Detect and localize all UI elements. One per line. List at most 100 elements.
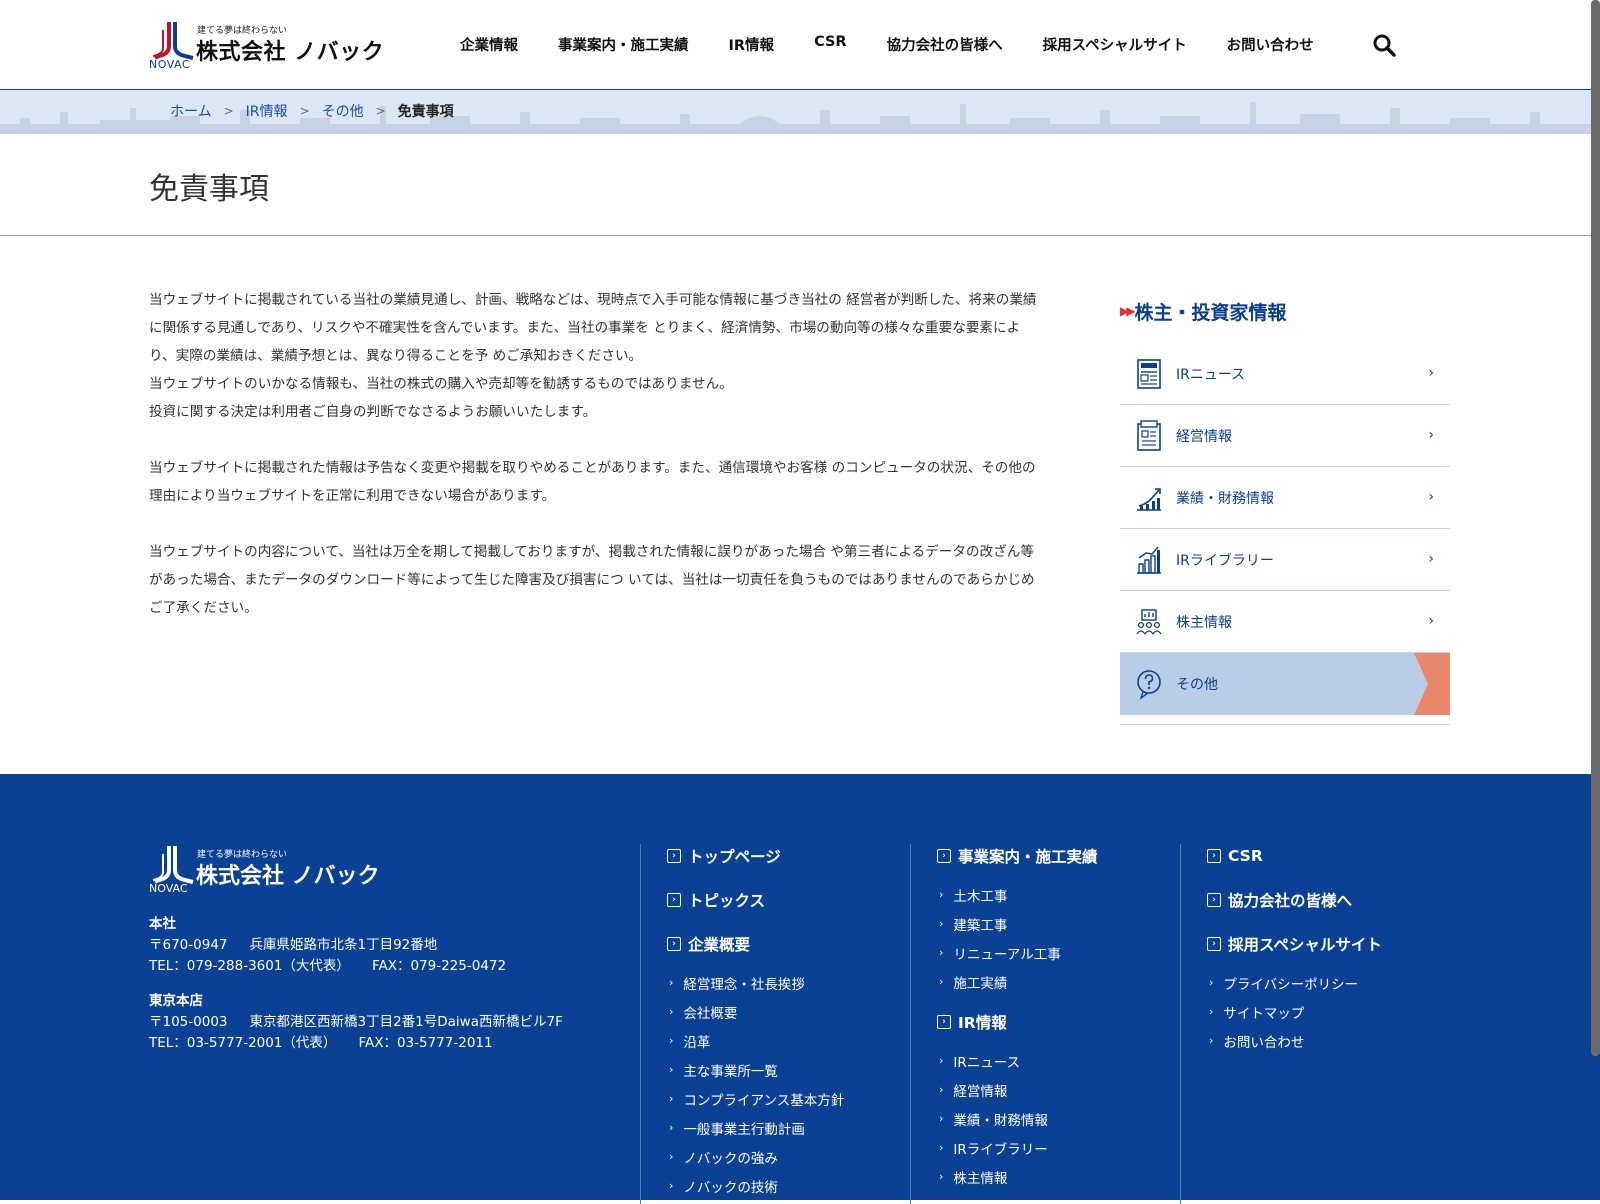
chevron-right-icon: › (1209, 1005, 1214, 1018)
office-fax: FAX：079-225-0472 (371, 958, 507, 974)
logo-brand: NOVAC (149, 58, 191, 71)
footer-sublink[interactable]: › 経営理念・社長挨拶 (667, 968, 910, 997)
chevron-right-icon: › (939, 1112, 944, 1125)
office-tel: TEL：03-5777-2001（代表） (149, 1035, 337, 1051)
footer-sublink-label: 会社概要 (683, 1005, 738, 1022)
footer-sublink[interactable]: › サイトマップ (1207, 997, 1450, 1026)
side-item-label: IRニュース (1176, 366, 1246, 383)
search-icon[interactable] (1372, 33, 1396, 57)
page-scrollbar[interactable] (1591, 0, 1600, 1056)
footer-link-business[interactable]: › 事業案内・施工実績 (937, 844, 1180, 868)
footer-sublink-label: IRライブラリー (953, 1141, 1048, 1158)
footer-sublink-label: 土木工事 (953, 888, 1008, 905)
chevron-box-icon: › (1207, 937, 1221, 951)
logo-brand: NOVAC (149, 882, 188, 895)
office-address: 兵庫県姫路市北条1丁目92番地 (249, 937, 438, 953)
footer-sublink[interactable]: › 業績・財務情報 (937, 1104, 1180, 1133)
footer-link-label: 企業概要 (688, 936, 751, 954)
footer-sublink[interactable]: › 一般事業主行動計画 (667, 1113, 910, 1142)
footer-sublink-label: プライバシーポリシー (1223, 976, 1359, 993)
nav-business[interactable]: 事業案内・施工実績 (558, 34, 689, 55)
footer-sublink[interactable]: › 沿革 (667, 1026, 910, 1055)
chevron-right-icon: › (669, 1005, 674, 1018)
nav-ir[interactable]: IR情報 (729, 34, 775, 55)
footer-column-1: › トップページ › トピックス › 企業概要 › 経営理念・社長挨拶 › 会社概要 › 沿… (640, 844, 910, 1204)
disclaimer-text: 当ウェブサイトの内容について、当社は万全を期して掲載しておりますが、掲載された情… (149, 544, 1035, 616)
chevron-box-icon: › (937, 849, 951, 863)
chevron-right-icon: › (669, 1034, 674, 1047)
footer-link-recruit[interactable]: › 採用スペシャルサイト (1207, 932, 1450, 956)
footer-sublink[interactable]: › ノバックの技術 (667, 1171, 910, 1200)
side-item-financial[interactable]: 業績・財務情報 › (1120, 467, 1450, 529)
footer-sublink[interactable]: › プライバシーポリシー (1207, 968, 1450, 997)
footer-link-topics[interactable]: › トピックス (667, 888, 910, 912)
side-item-management[interactable]: 経営情報 › (1120, 405, 1450, 467)
chevron-right-icon: › (669, 976, 674, 989)
side-item-label: その他 (1176, 677, 1218, 693)
footer-link-partners[interactable]: › 協力会社の皆様へ (1207, 888, 1450, 912)
chevron-right-icon: › (939, 1054, 944, 1067)
chevron-right-icon: › (669, 1121, 674, 1134)
footer-sublink[interactable]: › 経営情報 (937, 1075, 1180, 1104)
side-nav-bottom-divider (1120, 715, 1450, 725)
footer-sublink[interactable]: › コンプライアンス基本方針 (667, 1084, 910, 1113)
footer-logo[interactable]: 建てる夢は終わらない 株式会社 ノバック NOVAC (149, 844, 399, 896)
footer-sublink[interactable]: › ノバックの強み (667, 1142, 910, 1171)
footer-sublink-label: 株主情報 (953, 1170, 1008, 1187)
side-item-ir-news[interactable]: IRニュース › (1120, 343, 1450, 405)
nav-recruit[interactable]: 採用スペシャルサイト (1043, 34, 1187, 55)
nav-company-info[interactable]: 企業情報 (460, 34, 518, 55)
footer-link-ir[interactable]: › IR情報 (937, 1010, 1180, 1034)
side-item-ir-library[interactable]: IRライブラリー › (1120, 529, 1450, 591)
chevron-box-icon: › (1207, 849, 1221, 863)
footer-sublink[interactable]: › 主な事業所一覧 (667, 1055, 910, 1084)
office-address: 東京都港区西新橋3丁目2番1号Daiwa西新橋ビル7F (249, 1014, 563, 1030)
breadcrumb-other[interactable]: その他 (322, 101, 364, 121)
nav-csr[interactable]: CSR (814, 34, 847, 55)
footer-sublink-label: 経営情報 (953, 1083, 1008, 1100)
footer-sublink[interactable]: › 建築工事 (937, 909, 1180, 938)
nav-contact[interactable]: お問い合わせ (1227, 34, 1314, 55)
chevron-right-icon: › (1428, 551, 1434, 567)
footer-sublink-label: コンプライアンス基本方針 (683, 1092, 845, 1109)
footer-sublink-label: IRニュース (953, 1054, 1021, 1071)
footer-sublink[interactable]: › 施工実績 (937, 967, 1180, 996)
chevron-box-icon: › (667, 937, 681, 951)
side-item-label: 経営情報 (1176, 428, 1232, 445)
side-item-shareholders[interactable]: 株主情報 › (1120, 591, 1450, 653)
footer-sublink[interactable]: › 会社概要 (667, 997, 910, 1026)
site-footer: 建てる夢は終わらない 株式会社 ノバック NOVAC 本社 〒670-0947 兵… (0, 774, 1600, 1204)
footer-sublink-label: ノバックの技術 (683, 1179, 778, 1196)
breadcrumb-ir[interactable]: IR情報 (246, 101, 288, 121)
breadcrumb-home[interactable]: ホーム (170, 101, 212, 121)
site-logo[interactable]: 建てる夢は終わらない 株式会社 ノバック NOVAC (149, 20, 399, 72)
novac-logo-mark-icon (152, 846, 194, 884)
disclaimer-text: 当ウェブサイトに掲載されている当社の業績見通し、計画、戦略などは、現時点で入手可… (149, 292, 1037, 364)
footer-link-csr[interactable]: › CSR (1207, 844, 1450, 868)
side-item-other[interactable]: その他 (1120, 653, 1450, 715)
footer-sublink-label: ノバックの強み (683, 1150, 778, 1167)
footer-sublink[interactable]: › リニューアル工事 (937, 938, 1180, 967)
chevron-right-icon: › (1428, 489, 1434, 505)
global-nav: 企業情報 事業案内・施工実績 IR情報 CSR 協力会社の皆様へ 採用スペシャル… (460, 34, 1354, 55)
footer-sublink-label: サイトマップ (1223, 1005, 1305, 1022)
side-nav-title: 株主・投資家情報 (1134, 301, 1287, 324)
footer-link-top[interactable]: › トップページ (667, 844, 910, 868)
footer-sublink-label: 建築工事 (953, 917, 1008, 934)
chevron-right-icon: › (939, 1170, 944, 1183)
footer-link-overview[interactable]: › 企業概要 (667, 932, 910, 956)
footer-sublink[interactable]: › IRライブラリー (937, 1133, 1180, 1162)
footer-sublink[interactable]: › 土木工事 (937, 880, 1180, 909)
question-icon (1137, 670, 1161, 700)
footer-sublink[interactable]: › IRニュース (937, 1046, 1180, 1075)
logo-company-name: 株式会社 ノバック (196, 40, 385, 65)
footer-sublink[interactable]: › お問い合わせ (1207, 1026, 1450, 1055)
footer-link-label: トピックス (688, 892, 766, 910)
footer-sublink[interactable]: › 株主情報 (937, 1162, 1180, 1191)
chevron-right-icon: › (669, 1092, 674, 1105)
nav-partners[interactable]: 協力会社の皆様へ (887, 34, 1003, 55)
chevron-right-icon: › (939, 1083, 944, 1096)
chevron-box-icon: › (937, 1015, 951, 1029)
disclaimer-paragraph: 当ウェブサイトに掲載された情報は予告なく変更や掲載を取りやめることがあります。ま… (149, 454, 1039, 510)
footer-column-3: › CSR › 協力会社の皆様へ › 採用スペシャルサイト › プライバシーポリシー ›… (1180, 844, 1450, 1204)
